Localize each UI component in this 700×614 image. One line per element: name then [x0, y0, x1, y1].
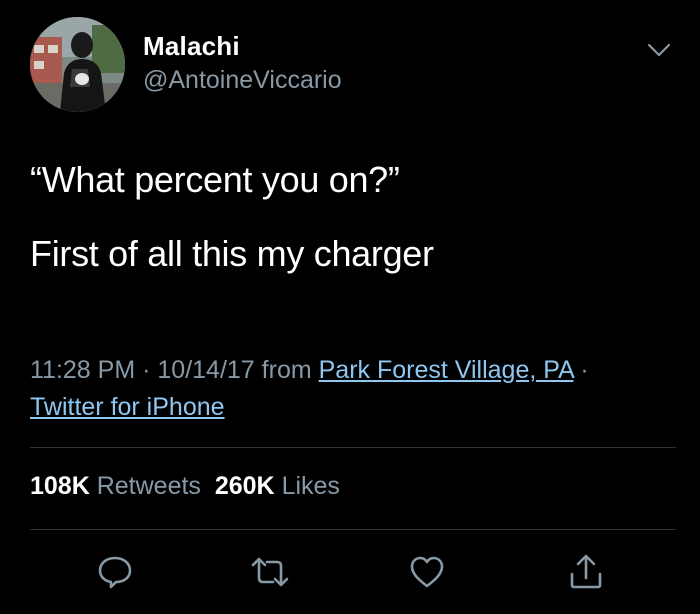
like-button[interactable]	[407, 552, 447, 592]
meta-separator: ·	[580, 356, 589, 384]
tweet-metadata: 11:28 PM · 10/14/17 from Park Forest Vil…	[30, 352, 680, 426]
retweet-icon	[251, 557, 289, 587]
tweet-detail: Malachi @AntoineViccario “What percent y…	[0, 0, 700, 614]
heart-icon	[410, 556, 444, 588]
engagement-stats: 108K Retweets 260K Likes	[30, 472, 340, 501]
tweet-date[interactable]: 10/14/17	[157, 356, 254, 384]
meta-separator: ·	[142, 356, 151, 384]
location-link[interactable]: Park Forest Village, PA	[319, 356, 574, 384]
client-link[interactable]: Twitter for iPhone	[30, 393, 225, 421]
reply-icon	[98, 556, 132, 589]
tweet-time[interactable]: 11:28 PM	[30, 356, 135, 384]
likes-label: Likes	[281, 472, 340, 500]
likes-count: 260K	[214, 472, 275, 500]
share-button[interactable]	[566, 552, 606, 592]
chevron-down-icon[interactable]	[646, 40, 672, 60]
avatar-image	[30, 17, 125, 112]
reply-button[interactable]	[95, 552, 135, 592]
user-handle[interactable]: @AntoineViccario	[143, 66, 342, 95]
divider	[30, 529, 676, 530]
retweets-count: 108K	[30, 472, 90, 500]
retweets-label: Retweets	[96, 472, 201, 500]
display-name[interactable]: Malachi	[143, 31, 240, 62]
likes-stat[interactable]: 260K Likes	[215, 472, 340, 500]
avatar[interactable]	[30, 17, 125, 112]
retweets-stat[interactable]: 108K Retweets	[30, 472, 201, 500]
share-icon	[570, 554, 602, 589]
from-label: from	[261, 356, 312, 384]
tweet-text-line-1: “What percent you on?”	[30, 159, 400, 200]
divider	[30, 447, 676, 448]
retweet-button[interactable]	[250, 552, 290, 592]
tweet-text-line-2: First of all this my charger	[30, 233, 434, 274]
